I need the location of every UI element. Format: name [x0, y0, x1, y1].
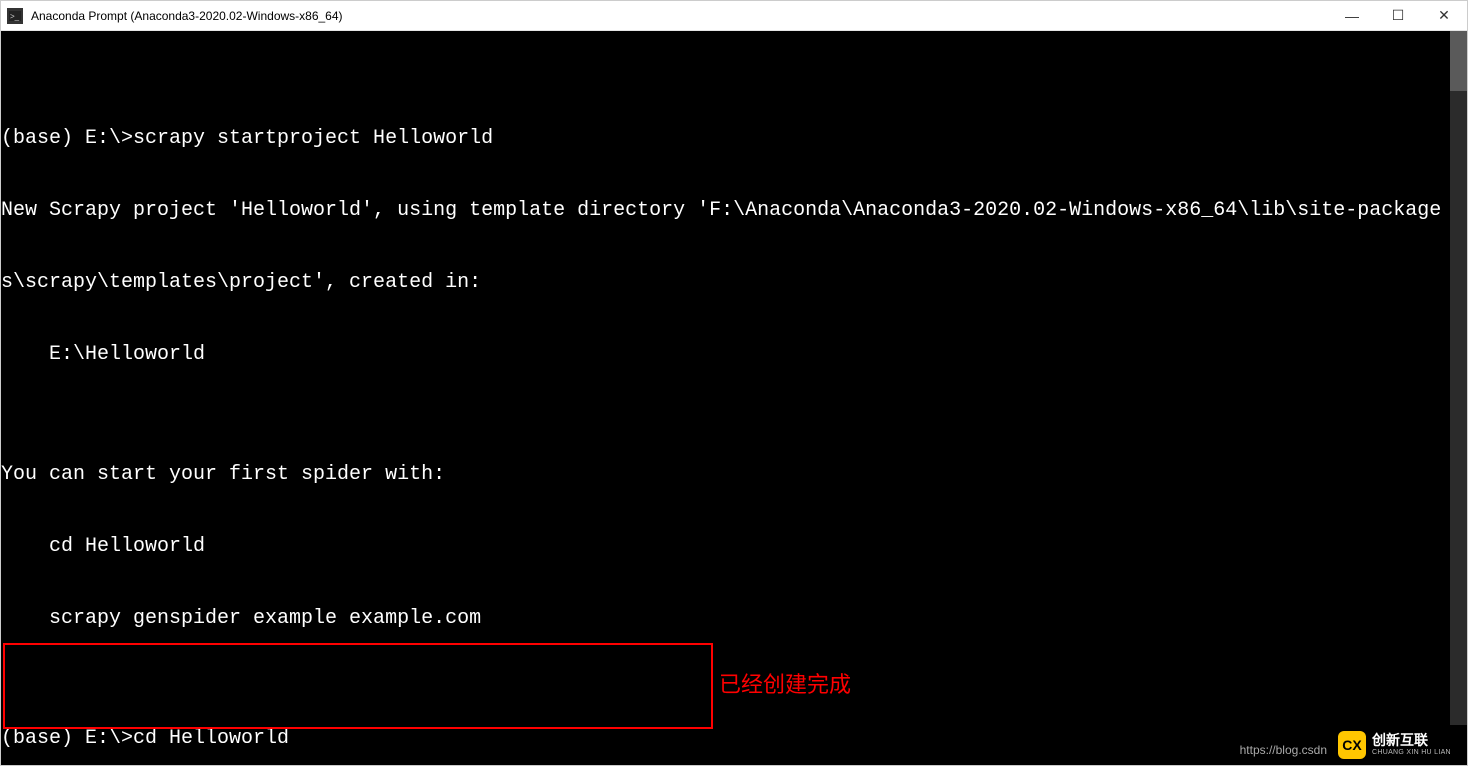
scrollbar-vertical[interactable] — [1450, 31, 1467, 765]
annotation-text: 已经创建完成 — [719, 667, 851, 699]
terminal-output[interactable]: (base) E:\>scrapy startproject Helloworl… — [1, 31, 1450, 765]
brand-mark-icon: CX — [1338, 731, 1366, 759]
watermark-text: https://blog.csdn — [1240, 743, 1327, 757]
close-button[interactable]: ✕ — [1421, 1, 1467, 31]
brand-cn: 创新互联 — [1372, 733, 1451, 748]
terminal-line: (base) E:\>scrapy startproject Helloworl… — [1, 127, 1450, 151]
svg-text:>_: >_ — [10, 12, 20, 21]
terminal-line: cd Helloworld — [1, 535, 1450, 559]
brand-py: CHUANG XIN HU LIAN — [1372, 749, 1451, 757]
window-title: Anaconda Prompt (Anaconda3-2020.02-Windo… — [31, 9, 343, 23]
window-controls: — ☐ ✕ — [1329, 1, 1467, 31]
brand-logo: CX 创新互联 CHUANG XIN HU LIAN — [1332, 725, 1467, 765]
brand-text: 创新互联 CHUANG XIN HU LIAN — [1372, 733, 1451, 756]
terminal-line: scrapy genspider example example.com — [1, 607, 1450, 631]
terminal-line: You can start your first spider with: — [1, 463, 1450, 487]
terminal-line: E:\Helloworld — [1, 343, 1450, 367]
titlebar-left: >_ Anaconda Prompt (Anaconda3-2020.02-Wi… — [1, 8, 343, 24]
terminal-line: s\scrapy\templates\project', created in: — [1, 271, 1450, 295]
window: >_ Anaconda Prompt (Anaconda3-2020.02-Wi… — [0, 0, 1468, 766]
maximize-button[interactable]: ☐ — [1375, 1, 1421, 31]
terminal-line: (base) E:\>cd Helloworld — [1, 727, 1450, 751]
terminal-line: New Scrapy project 'Helloworld', using t… — [1, 199, 1450, 223]
terminal-icon: >_ — [7, 8, 23, 24]
titlebar[interactable]: >_ Anaconda Prompt (Anaconda3-2020.02-Wi… — [1, 1, 1467, 31]
minimize-button[interactable]: — — [1329, 1, 1375, 31]
terminal-area[interactable]: (base) E:\>scrapy startproject Helloworl… — [1, 31, 1467, 765]
scrollbar-thumb[interactable] — [1450, 31, 1467, 91]
